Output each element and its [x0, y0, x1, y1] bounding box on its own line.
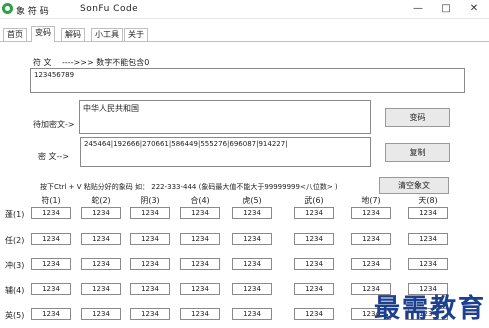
row-label: 蓬(1) — [5, 210, 25, 219]
close-button[interactable]: ✕ — [460, 0, 488, 18]
code-cell[interactable]: 1234 — [81, 207, 121, 219]
code-cell[interactable]: 1234 — [180, 258, 220, 270]
code-cell[interactable]: 1234 — [81, 233, 121, 245]
clear-button[interactable]: 清空象文 — [379, 177, 449, 194]
column-header: 武(6) — [304, 196, 324, 205]
code-cell[interactable]: 1234 — [351, 233, 391, 245]
code-cell[interactable]: 1234 — [81, 283, 121, 295]
symbol-input[interactable]: 123456789 — [30, 68, 465, 93]
code-cell[interactable]: 1234 — [81, 258, 121, 270]
code-cell[interactable]: 1234 — [351, 258, 391, 270]
paste-instruction: 按下Ctrl + V 粘贴分好的象码 如： 222-333-444 (象码最大值… — [40, 183, 338, 191]
column-header: 地(7) — [361, 196, 381, 205]
code-cell[interactable]: 1234 — [31, 308, 71, 320]
encrypt-input[interactable]: 中华人民共和国 — [79, 100, 371, 134]
code-cell[interactable]: 1234 — [232, 308, 272, 320]
cipher-output[interactable]: 245464|192666|270661|586449|555276|69608… — [80, 137, 371, 167]
code-cell[interactable]: 1234 — [294, 207, 334, 219]
code-cell[interactable]: 1234 — [31, 283, 71, 295]
code-cell[interactable]: 1234 — [294, 283, 334, 295]
code-cell[interactable]: 1234 — [232, 207, 272, 219]
row-label: 英(5) — [5, 311, 25, 320]
encrypt-label: 待加密文-> — [33, 120, 75, 129]
column-header: 合(4) — [190, 196, 210, 205]
column-header: 阴(3) — [140, 196, 160, 205]
tab-encode[interactable]: 变码 — [31, 26, 55, 42]
code-cell[interactable]: 1234 — [31, 207, 71, 219]
code-cell[interactable]: 1234 — [81, 308, 121, 320]
tab-about[interactable]: 关于 — [124, 28, 148, 41]
code-cell[interactable]: 1234 — [180, 308, 220, 320]
tab-bar: 首页 变码 解码 小工具 关于 — [0, 26, 489, 42]
row-label: 任(2) — [5, 236, 25, 245]
code-cell[interactable]: 1234 — [408, 207, 448, 219]
code-cell[interactable]: 1234 — [408, 258, 448, 270]
column-header: 蛇(2) — [91, 196, 111, 205]
code-cell[interactable]: 1234 — [31, 258, 71, 270]
app-name: SonFu Code — [80, 4, 139, 14]
code-cell[interactable]: 1234 — [130, 233, 170, 245]
code-cell[interactable]: 1234 — [31, 233, 71, 245]
column-header: 虎(5) — [242, 196, 262, 205]
code-cell[interactable]: 1234 — [232, 258, 272, 270]
code-cell[interactable]: 1234 — [130, 258, 170, 270]
minimize-button[interactable]: — — [404, 0, 432, 18]
column-header: 符(1) — [41, 196, 61, 205]
row-label: 冲(3) — [5, 261, 25, 270]
tab-decode[interactable]: 解码 — [61, 28, 85, 41]
code-cell[interactable]: 1234 — [180, 233, 220, 245]
code-cell[interactable]: 1234 — [130, 207, 170, 219]
symbol-hint: ---->>> 数字不能包含0 — [62, 58, 150, 67]
code-cell[interactable]: 1234 — [294, 233, 334, 245]
copy-button[interactable]: 复制 — [385, 143, 450, 162]
code-cell[interactable]: 1234 — [130, 283, 170, 295]
code-cell[interactable]: 1234 — [130, 308, 170, 320]
code-cell[interactable]: 1234 — [294, 258, 334, 270]
tab-tools[interactable]: 小工具 — [91, 28, 123, 41]
column-header: 天(8) — [418, 196, 438, 205]
code-cell[interactable]: 1234 — [180, 283, 220, 295]
code-cell[interactable]: 1234 — [294, 308, 334, 320]
row-label: 辅(4) — [5, 286, 25, 295]
symbol-label: 符 文 — [33, 58, 52, 67]
code-cell[interactable]: 1234 — [180, 207, 220, 219]
code-cell[interactable]: 1234 — [351, 207, 391, 219]
app-icon — [2, 3, 13, 14]
maximize-button[interactable]: □ — [432, 0, 460, 18]
code-cell[interactable]: 1234 — [232, 233, 272, 245]
title-bar: 象 符 码 SonFu Code — □ ✕ — [0, 0, 489, 19]
encode-button[interactable]: 变码 — [385, 108, 450, 127]
code-cell[interactable]: 1234 — [408, 233, 448, 245]
code-cell[interactable]: 1234 — [232, 283, 272, 295]
window-title: 象 符 码 — [16, 7, 49, 17]
tab-home[interactable]: 首页 — [3, 28, 27, 41]
watermark-logo: 最需教育 — [373, 294, 486, 324]
cipher-label: 密 文--> — [38, 152, 70, 161]
